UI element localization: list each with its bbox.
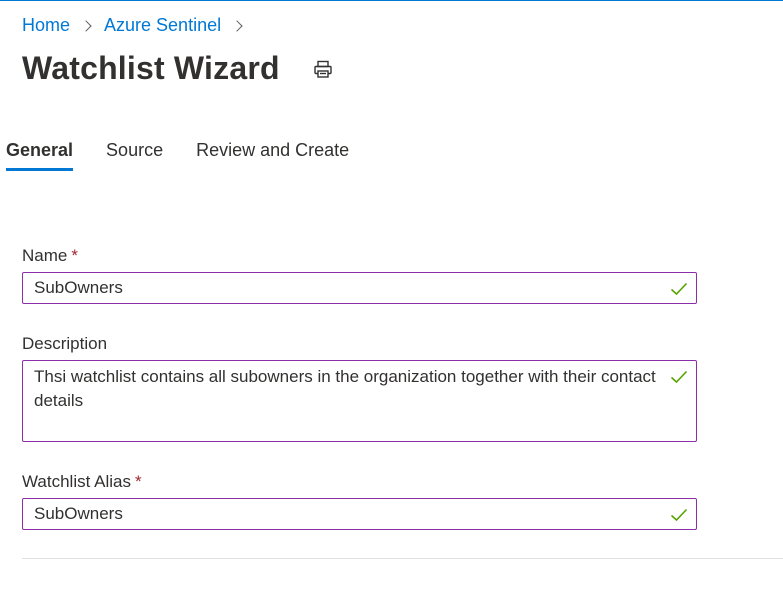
top-accent-line [0, 0, 783, 1]
chevron-right-icon [231, 19, 243, 32]
check-icon [670, 370, 688, 384]
description-field[interactable]: Thsi watchlist contains all subowners in… [22, 360, 697, 442]
footer-divider [22, 558, 783, 559]
page-title: Watchlist Wizard [22, 50, 280, 86]
tab-general[interactable]: General [6, 140, 74, 171]
name-label: Name * [22, 246, 78, 266]
tab-source[interactable]: Source [106, 140, 163, 170]
title-row: Watchlist Wizard [22, 50, 333, 87]
breadcrumb-sentinel-link[interactable]: Azure Sentinel [104, 15, 221, 36]
breadcrumb: Home Azure Sentinel [22, 15, 255, 36]
required-mark: * [134, 472, 142, 491]
check-icon [670, 508, 688, 522]
required-mark: * [71, 246, 78, 265]
alias-field-value: SubOwners [34, 504, 123, 523]
name-field-value: SubOwners [34, 278, 123, 297]
name-label-text: Name [22, 246, 68, 265]
breadcrumb-home-link[interactable]: Home [22, 15, 70, 36]
tab-review-and-create[interactable]: Review and Create [196, 140, 349, 170]
alias-label: Watchlist Alias * [22, 472, 142, 492]
check-icon [670, 282, 688, 296]
alias-label-text: Watchlist Alias [22, 472, 131, 491]
chevron-right-icon [80, 19, 92, 32]
wizard-tabs: General Source Review and Create [6, 140, 382, 171]
name-field[interactable]: SubOwners [22, 272, 697, 304]
description-label-text: Description [22, 334, 108, 353]
alias-field[interactable]: SubOwners [22, 498, 697, 530]
description-field-value: Thsi watchlist contains all subowners in… [34, 367, 656, 410]
description-label: Description [22, 334, 107, 354]
print-icon[interactable] [313, 59, 333, 79]
